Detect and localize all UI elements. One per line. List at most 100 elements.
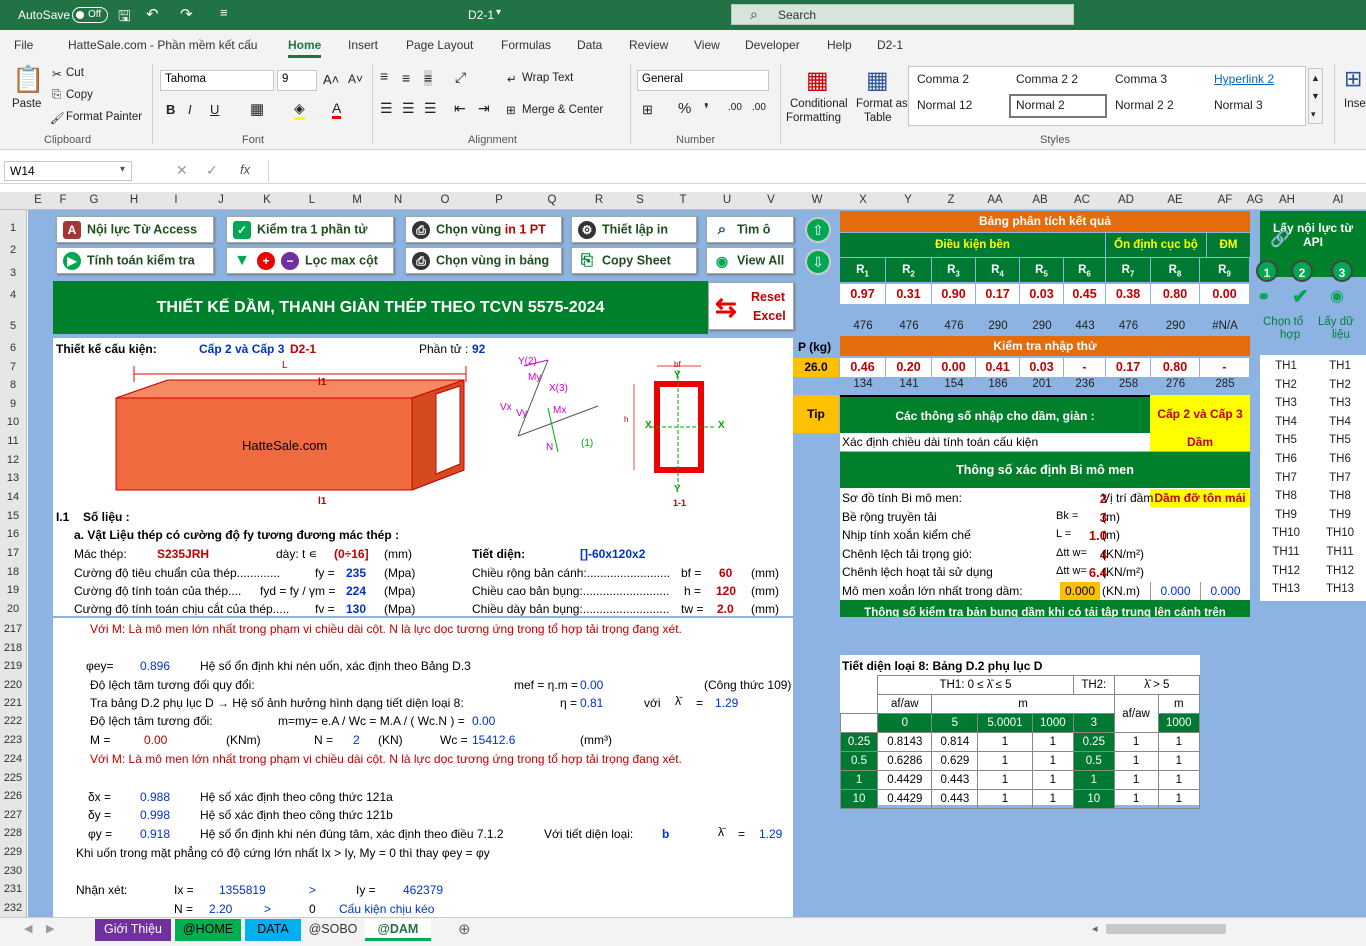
- chevron-down-icon[interactable]: ▾: [496, 7, 501, 18]
- menu-hattesale[interactable]: HatteSale.com - Phần mềm kết cấu: [68, 38, 257, 52]
- row-header-218[interactable]: 218: [0, 642, 26, 654]
- print-setup-button[interactable]: ⚙ Thiết lập in: [571, 216, 697, 243]
- add-sheet-icon[interactable]: ⊕: [458, 920, 471, 938]
- bold-icon[interactable]: B: [166, 102, 175, 117]
- insert-cells-icon[interactable]: ⊞: [1344, 66, 1362, 92]
- style-comma-2[interactable]: Comma 2: [917, 72, 969, 86]
- customize-icon[interactable]: ≡: [220, 5, 228, 20]
- orientation-icon[interactable]: ⤢: [455, 69, 466, 86]
- th-b-7[interactable]: TH7: [1314, 472, 1366, 484]
- decrease-indent-icon[interactable]: ⇤: [454, 100, 466, 117]
- column-header-N[interactable]: N: [386, 194, 410, 206]
- column-header-F[interactable]: F: [51, 194, 75, 206]
- scroll-down-icon[interactable]: ⇩: [805, 249, 831, 275]
- step-3-icon[interactable]: 3: [1331, 260, 1353, 282]
- name-box[interactable]: W14: [4, 161, 132, 181]
- copy-sheet-button[interactable]: ⎘ Copy Sheet: [571, 247, 697, 274]
- chevron-down-icon[interactable]: ▾: [120, 164, 125, 175]
- merge-icon[interactable]: ⊞: [506, 103, 516, 117]
- row-header-227[interactable]: 227: [0, 809, 26, 821]
- horizontal-scrollbar[interactable]: [1106, 924, 1226, 934]
- column-header-L[interactable]: L: [300, 194, 324, 206]
- row-header-8[interactable]: 8: [0, 379, 26, 391]
- row-header-232[interactable]: 232: [0, 902, 26, 914]
- autosave-toggle[interactable]: Off: [72, 7, 108, 23]
- row-header-223[interactable]: 223: [0, 734, 26, 746]
- paste-button[interactable]: Paste: [12, 98, 41, 110]
- tab-home[interactable]: @HOME: [175, 919, 241, 941]
- th-b-5[interactable]: TH5: [1314, 434, 1366, 446]
- column-header-O[interactable]: O: [433, 194, 457, 206]
- column-header-V[interactable]: V: [759, 194, 783, 206]
- th-b-4[interactable]: TH4: [1314, 416, 1366, 428]
- th-a-8[interactable]: TH8: [1260, 490, 1312, 502]
- row-header-219[interactable]: 219: [0, 660, 26, 672]
- row-header-9[interactable]: 9: [0, 398, 26, 410]
- link-chain-icon[interactable]: ⚭: [1257, 287, 1270, 307]
- style-comma-2-2[interactable]: Comma 2 2: [1016, 72, 1078, 86]
- format-as-table-label1[interactable]: Format as: [856, 98, 908, 110]
- menu-developer[interactable]: Developer: [745, 38, 800, 52]
- style-hyperlink-2[interactable]: Hyperlink 2: [1214, 72, 1274, 86]
- column-header-AB[interactable]: AB: [1028, 194, 1052, 206]
- th-b-1[interactable]: TH1: [1314, 360, 1366, 372]
- conditional-formatting-icon[interactable]: ▦: [806, 66, 829, 95]
- worksheet-area[interactable]: A Nội lực Từ Access ✓ Kiểm tra 1 phần tử ⎙…: [28, 210, 1366, 917]
- column-header-AF[interactable]: AF: [1213, 194, 1237, 206]
- column-header-AC[interactable]: AC: [1070, 194, 1094, 206]
- row-header-14[interactable]: 14: [0, 491, 26, 503]
- align-middle-icon[interactable]: ≡: [402, 70, 410, 86]
- column-header-J[interactable]: J: [209, 194, 233, 206]
- row-header-230[interactable]: 230: [0, 865, 26, 877]
- format-painter-icon[interactable]: 🖌: [50, 111, 65, 125]
- th-a-5[interactable]: TH5: [1260, 434, 1312, 446]
- row-header-4[interactable]: 4: [0, 289, 26, 301]
- column-header-Z[interactable]: Z: [939, 194, 963, 206]
- step-1-icon[interactable]: 1: [1256, 260, 1278, 282]
- menu-page-layout[interactable]: Page Layout: [406, 38, 473, 52]
- row-header-3[interactable]: 3: [0, 267, 26, 279]
- row-header-13[interactable]: 13: [0, 472, 26, 484]
- column-header-AI[interactable]: AI: [1326, 194, 1350, 206]
- style-normal-3[interactable]: Normal 3: [1214, 98, 1263, 112]
- row-header-220[interactable]: 220: [0, 679, 26, 691]
- increase-decimal-icon[interactable]: .00: [728, 102, 742, 113]
- align-right-icon[interactable]: ☰: [424, 100, 437, 117]
- wrap-text-icon[interactable]: ↵: [507, 72, 517, 86]
- column-header-K[interactable]: K: [255, 194, 279, 206]
- column-header-E[interactable]: E: [26, 194, 50, 206]
- format-as-table-label2[interactable]: Table: [864, 112, 892, 124]
- th-a-9[interactable]: TH9: [1260, 509, 1312, 521]
- style-normal-12[interactable]: Normal 12: [917, 98, 972, 112]
- menu-review[interactable]: Review: [629, 38, 668, 52]
- th-b-8[interactable]: TH8: [1314, 490, 1366, 502]
- font-color-icon[interactable]: A: [332, 100, 342, 119]
- row-header-15[interactable]: 15: [0, 510, 26, 522]
- tab-next-icon[interactable]: ▶: [46, 922, 54, 935]
- th-b-9[interactable]: TH9: [1314, 509, 1366, 521]
- row-header-5[interactable]: 5: [0, 320, 26, 332]
- cancel-icon[interactable]: ✕: [176, 162, 188, 179]
- tip-button[interactable]: Tip: [793, 395, 839, 433]
- params-grade[interactable]: Cấp 2 và Cấp 3: [1150, 395, 1250, 433]
- row-header-16[interactable]: 16: [0, 528, 26, 540]
- italic-icon[interactable]: I: [188, 102, 192, 117]
- scroll-up-icon[interactable]: ⇧: [805, 217, 831, 243]
- column-header-AA[interactable]: AA: [983, 194, 1007, 206]
- menu-data[interactable]: Data: [577, 38, 602, 52]
- column-header-M[interactable]: M: [345, 194, 369, 206]
- eye-data-icon[interactable]: ◉: [1330, 286, 1344, 306]
- menu-help[interactable]: Help: [827, 38, 852, 52]
- style-normal-2-2[interactable]: Normal 2 2: [1115, 98, 1174, 112]
- column-header-Q[interactable]: Q: [540, 194, 564, 206]
- filter-max-column-button[interactable]: ▼ + − Lọc max cột: [226, 247, 394, 274]
- reset-excel-button[interactable]: ⇆ Reset Excel: [708, 282, 794, 330]
- shrink-font-icon[interactable]: A˅: [348, 72, 363, 86]
- align-center-icon[interactable]: ☰: [402, 100, 415, 117]
- grow-font-icon[interactable]: A˄: [323, 72, 339, 87]
- access-button[interactable]: A Nội lực Từ Access: [56, 216, 214, 243]
- row-header-217[interactable]: 217: [0, 623, 26, 635]
- row-header-231[interactable]: 231: [0, 883, 26, 895]
- column-header-X[interactable]: X: [851, 194, 875, 206]
- column-header-T[interactable]: T: [671, 194, 695, 206]
